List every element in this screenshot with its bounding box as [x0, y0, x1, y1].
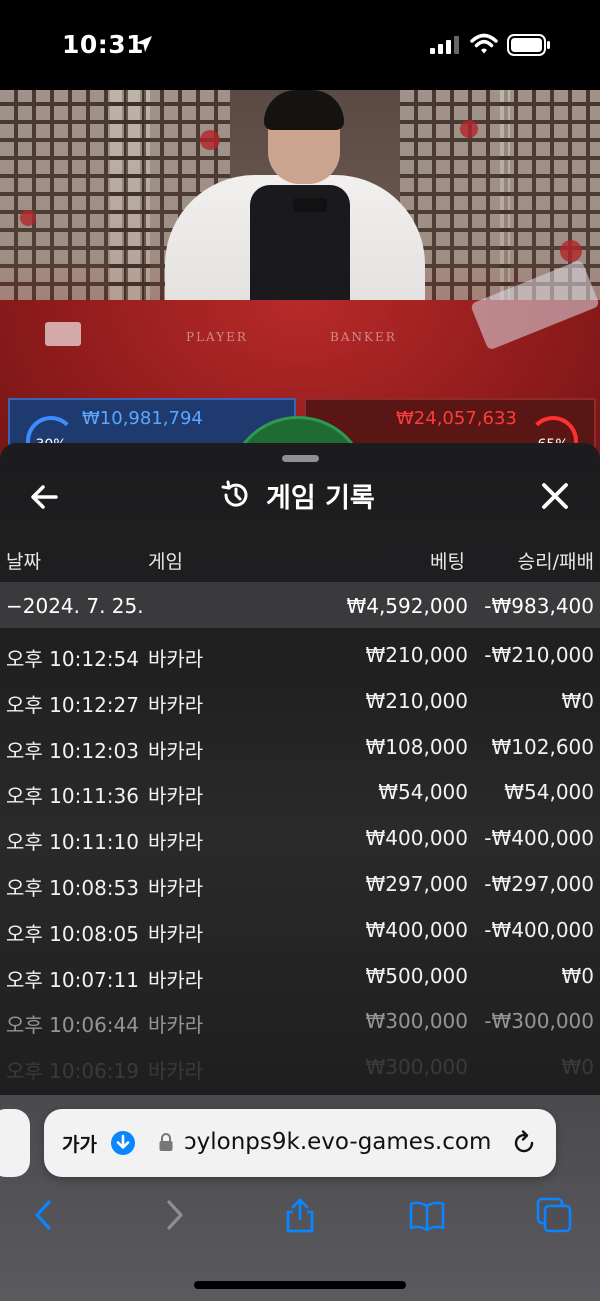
row-win-loss: -₩300,000	[484, 1009, 594, 1034]
location-arrow-icon	[136, 36, 152, 52]
blossom-decoration	[560, 240, 582, 262]
row-win-loss: -₩297,000	[484, 871, 594, 896]
row-win-loss: ₩0	[561, 963, 595, 988]
lock-icon	[159, 1133, 173, 1151]
history-row[interactable]: 오후 10:06:19 바카라 ₩300,000 ₩0	[0, 1043, 600, 1089]
download-icon[interactable]	[110, 1130, 136, 1156]
blossom-decoration	[200, 130, 220, 150]
row-bet: ₩300,000	[365, 1055, 468, 1080]
row-bet: ₩54,000	[378, 780, 468, 805]
row-bet: ₩300,000	[365, 1009, 468, 1034]
row-game: 바카라	[148, 1059, 204, 1084]
sheet-title: 게임 기록	[266, 482, 375, 514]
player-felt-label: PLAYER	[186, 330, 248, 344]
summary-win-loss: -₩983,400	[484, 594, 594, 618]
home-indicator[interactable]	[194, 1281, 406, 1289]
row-win-loss: -₩400,000	[484, 917, 594, 942]
row-time: 오후 10:07:11	[6, 967, 139, 992]
game-history-sheet: 게임 기록 날짜 게임 베팅 승리/패배 −2024. 7. 25. ₩4,59…	[0, 443, 600, 1095]
column-header-date: 날짜	[6, 551, 41, 573]
history-row[interactable]: 오후 10:08:53 바카라 ₩297,000 -₩297,000	[0, 860, 600, 906]
row-game: 바카라	[148, 830, 204, 855]
history-row[interactable]: 오후 10:12:54 바카라 ₩210,000 -₩210,000	[0, 631, 600, 677]
back-chevron-icon[interactable]	[26, 1197, 62, 1233]
row-bet: ₩500,000	[365, 963, 468, 988]
banker-felt-label: BANKER	[330, 330, 397, 344]
row-time: 오후 10:11:10	[6, 830, 139, 855]
adjacent-tab-preview[interactable]	[0, 1109, 30, 1177]
row-bet: ₩400,000	[365, 917, 468, 942]
column-headers: 날짜 게임 베팅 승리/패배	[0, 543, 600, 579]
row-win-loss: ₩54,000	[504, 780, 594, 805]
tabs-icon[interactable]	[536, 1197, 572, 1233]
reload-icon[interactable]	[510, 1129, 538, 1157]
column-header-bet: 베팅	[430, 551, 465, 573]
row-bet: ₩400,000	[365, 826, 468, 851]
card-stack	[45, 322, 81, 346]
row-win-loss: -₩210,000	[484, 643, 594, 667]
back-arrow-icon[interactable]	[26, 477, 66, 517]
close-icon[interactable]	[534, 475, 576, 517]
row-time: 오후 10:08:53	[6, 875, 139, 900]
text-size-button[interactable]: 가가	[62, 1130, 97, 1157]
sheet-grabber[interactable]	[282, 455, 319, 462]
row-win-loss: ₩0	[561, 1055, 595, 1080]
row-win-loss: ₩102,600	[491, 734, 594, 759]
status-time: 10:31	[62, 30, 145, 59]
row-win-loss: -₩400,000	[484, 826, 594, 851]
row-bet: ₩210,000	[365, 643, 468, 667]
bookmarks-icon[interactable]	[409, 1197, 445, 1233]
date-summary-row[interactable]: −2024. 7. 25. ₩4,592,000 -₩983,400	[0, 582, 600, 628]
row-game: 바카라	[148, 967, 204, 992]
row-game: 바카라	[148, 875, 204, 900]
dealer-bowtie	[293, 198, 327, 212]
column-header-win-loss: 승리/패배	[517, 551, 594, 573]
blossom-decoration	[460, 120, 478, 138]
row-time: 오후 10:06:19	[6, 1059, 139, 1084]
row-bet: ₩108,000	[365, 734, 468, 759]
status-bar: 10:31	[0, 0, 600, 90]
blossom-decoration	[20, 210, 36, 226]
history-row[interactable]: 오후 10:12:03 바카라 ₩108,000 ₩102,600	[0, 723, 600, 769]
row-time: 오후 10:12:27	[6, 692, 139, 717]
banker-total-bet: ₩24,057,633	[396, 408, 517, 429]
row-game: 바카라	[148, 921, 204, 946]
row-time: 오후 10:06:44	[6, 1013, 139, 1038]
row-time: 오후 10:11:36	[6, 784, 139, 809]
forward-chevron-icon[interactable]	[156, 1197, 192, 1233]
history-row[interactable]: 오후 10:07:11 바카라 ₩500,000 ₩0	[0, 952, 600, 998]
history-row[interactable]: 오후 10:11:36 바카라 ₩54,000 ₩54,000	[0, 768, 600, 814]
row-bet: ₩297,000	[365, 871, 468, 896]
dealer-hair	[264, 90, 344, 130]
history-list[interactable]: 오후 10:12:54 바카라 ₩210,000 -₩210,000 오후 10…	[0, 631, 600, 1089]
summary-date: −2024. 7. 25.	[6, 594, 144, 618]
url-text[interactable]: ɔylonps9k.evo-games.com	[184, 1129, 496, 1155]
row-game: 바카라	[148, 784, 204, 809]
row-game: 바카라	[148, 1013, 204, 1038]
wifi-icon	[470, 33, 498, 54]
player-total-bet: ₩10,981,794	[82, 408, 203, 429]
sheet-header: 게임 기록	[220, 475, 375, 515]
browser-toolbar: 가가 ɔylonps9k.evo-games.com	[0, 1095, 600, 1301]
row-game: 바카라	[148, 738, 204, 763]
column-header-game: 게임	[148, 551, 183, 573]
row-time: 오후 10:12:03	[6, 738, 139, 763]
row-bet: ₩210,000	[365, 688, 468, 713]
share-icon[interactable]	[282, 1197, 318, 1233]
row-game: 바카라	[148, 647, 204, 671]
history-row[interactable]: 오후 10:11:10 바카라 ₩400,000 -₩400,000	[0, 814, 600, 860]
history-icon	[221, 480, 248, 507]
row-win-loss: ₩0	[561, 688, 595, 713]
row-time: 오후 10:12:54	[6, 647, 139, 671]
row-game: 바카라	[148, 692, 204, 717]
history-row[interactable]: 오후 10:06:44 바카라 ₩300,000 -₩300,000	[0, 997, 600, 1043]
history-row[interactable]: 오후 10:12:27 바카라 ₩210,000 ₩0	[0, 677, 600, 723]
battery-icon	[507, 34, 550, 56]
history-row[interactable]: 오후 10:08:05 바카라 ₩400,000 -₩400,000	[0, 906, 600, 952]
cellular-signal-icon	[430, 36, 459, 54]
summary-bet: ₩4,592,000	[346, 594, 468, 618]
address-bar[interactable]: 가가 ɔylonps9k.evo-games.com	[44, 1109, 556, 1177]
row-time: 오후 10:08:05	[6, 921, 139, 946]
